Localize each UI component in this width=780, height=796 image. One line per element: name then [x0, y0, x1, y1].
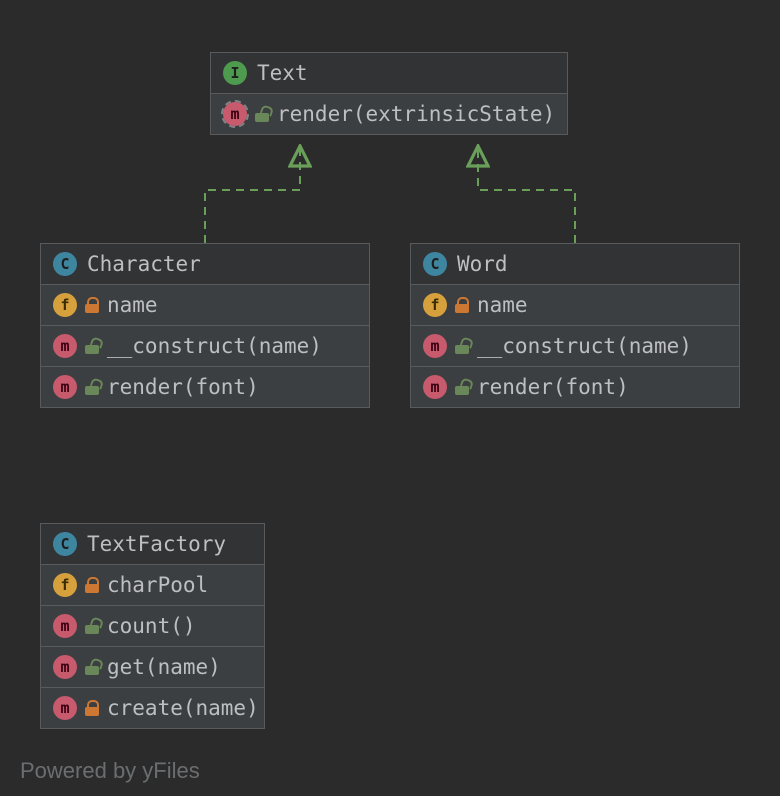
member-row[interactable]: m get(name): [41, 647, 264, 688]
class-icon: C: [53, 532, 77, 556]
class-textfactory-name: TextFactory: [87, 532, 226, 556]
method-icon: m: [53, 614, 77, 638]
class-word-name: Word: [457, 252, 508, 276]
realization-character-to-text: [205, 148, 300, 243]
member-row[interactable]: m __construct(name): [41, 326, 369, 367]
class-text[interactable]: I Text m render(extrinsicState): [210, 52, 568, 135]
member-row[interactable]: f name: [41, 285, 369, 326]
member-signature: render(font): [107, 375, 259, 399]
visibility-private-icon: [85, 577, 99, 593]
class-word[interactable]: C Word f name m __construct(name) m rend…: [410, 243, 740, 408]
member-signature: render(font): [477, 375, 629, 399]
visibility-private-icon: [85, 700, 99, 716]
visibility-public-icon: [255, 106, 269, 122]
member-row[interactable]: m create(name): [41, 688, 264, 728]
method-icon: m: [423, 334, 447, 358]
visibility-private-icon: [455, 297, 469, 313]
member-row[interactable]: m render(font): [411, 367, 739, 407]
method-icon: m: [53, 375, 77, 399]
field-icon: f: [53, 293, 77, 317]
member-signature: __construct(name): [477, 334, 692, 358]
member-row[interactable]: m render(extrinsicState): [211, 94, 567, 134]
member-row[interactable]: m render(font): [41, 367, 369, 407]
class-text-title: I Text: [211, 53, 567, 94]
member-row[interactable]: f name: [411, 285, 739, 326]
uml-canvas: I Text m render(extrinsicState) C Charac…: [0, 0, 780, 796]
member-signature: name: [477, 293, 528, 317]
member-signature: name: [107, 293, 158, 317]
class-text-name: Text: [257, 61, 308, 85]
class-word-title: C Word: [411, 244, 739, 285]
class-icon: C: [53, 252, 77, 276]
method-icon: m: [423, 375, 447, 399]
visibility-public-icon: [85, 338, 99, 354]
member-row[interactable]: f charPool: [41, 565, 264, 606]
member-signature: __construct(name): [107, 334, 322, 358]
method-icon: m: [53, 655, 77, 679]
class-textfactory-title: C TextFactory: [41, 524, 264, 565]
method-icon: m: [53, 696, 77, 720]
member-row[interactable]: m __construct(name): [411, 326, 739, 367]
class-character-name: Character: [87, 252, 201, 276]
visibility-public-icon: [85, 379, 99, 395]
member-signature: render(extrinsicState): [277, 102, 555, 126]
member-signature: get(name): [107, 655, 221, 679]
realization-word-to-text: [478, 148, 575, 243]
field-icon: f: [53, 573, 77, 597]
member-signature: count(): [107, 614, 196, 638]
class-character[interactable]: C Character f name m __construct(name) m…: [40, 243, 370, 408]
class-icon: C: [423, 252, 447, 276]
member-signature: charPool: [107, 573, 208, 597]
member-signature: create(name): [107, 696, 259, 720]
watermark: Powered by yFiles: [20, 758, 200, 784]
visibility-public-icon: [455, 379, 469, 395]
visibility-private-icon: [85, 297, 99, 313]
method-icon: m: [53, 334, 77, 358]
class-textfactory[interactable]: C TextFactory f charPool m count() m get…: [40, 523, 265, 729]
field-icon: f: [423, 293, 447, 317]
member-row[interactable]: m count(): [41, 606, 264, 647]
class-character-title: C Character: [41, 244, 369, 285]
visibility-public-icon: [85, 618, 99, 634]
interface-icon: I: [223, 61, 247, 85]
visibility-public-icon: [85, 659, 99, 675]
visibility-public-icon: [455, 338, 469, 354]
method-icon: m: [223, 102, 247, 126]
